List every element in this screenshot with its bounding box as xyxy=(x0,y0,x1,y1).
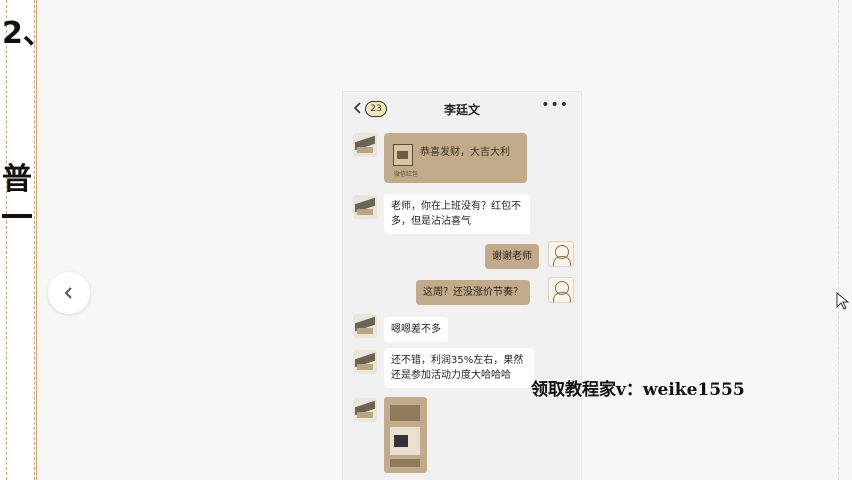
avatar xyxy=(353,350,377,374)
chat-header: 23 李廷文 ••• xyxy=(343,92,581,126)
avatar xyxy=(353,314,377,338)
avatar xyxy=(548,277,574,303)
red-packet-icon xyxy=(393,144,413,166)
message-bubble: 嗯嗯差不多 xyxy=(384,317,448,342)
image-message[interactable] xyxy=(384,397,427,473)
red-packet-text: 恭喜发财，大吉大利 xyxy=(420,147,510,158)
more-button[interactable]: ••• xyxy=(541,97,569,113)
message-bubble: 这周？还没涨价节奏？ xyxy=(416,280,530,305)
chat-screenshot: 23 李廷文 ••• 恭喜发财，大吉大利 微信红包 老师，你在上班没有？红包不多… xyxy=(343,92,581,480)
avatar xyxy=(353,398,377,422)
guide-line xyxy=(838,0,839,480)
avatar xyxy=(548,241,574,267)
mouse-cursor-icon xyxy=(836,292,850,310)
chevron-left-icon xyxy=(64,287,72,299)
message-bubble: 还不错，利润35%左右，果然还是参加活动力度大哈哈哈 xyxy=(384,348,534,388)
red-packet-label: 微信红包 xyxy=(394,171,419,178)
step-number: 2、 xyxy=(2,16,53,51)
step-title: 普 xyxy=(2,162,32,197)
red-packet-message[interactable]: 恭喜发财，大吉大利 微信红包 xyxy=(384,133,527,183)
guide-line xyxy=(6,0,7,480)
avatar xyxy=(353,133,377,157)
guide-line xyxy=(34,0,35,480)
contact-watermark: 领取教程家v：weike1555 xyxy=(531,380,745,400)
message-bubble: 老师，你在上班没有？红包不多，但是沾沾喜气 xyxy=(384,194,530,234)
previous-slide-button[interactable] xyxy=(48,272,90,314)
avatar xyxy=(353,195,377,219)
message-bubble: 谢谢老师 xyxy=(485,244,539,269)
title-underline xyxy=(2,214,32,218)
